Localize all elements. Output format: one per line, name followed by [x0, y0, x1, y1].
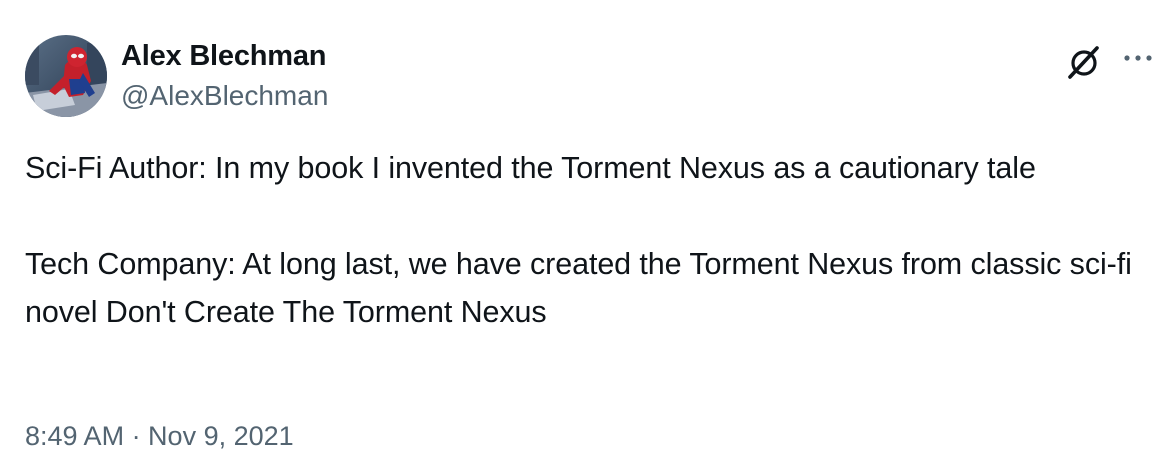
tweet-paragraph: Sci-Fi Author: In my book I invented the…	[25, 151, 1036, 185]
grok-icon[interactable]	[1064, 42, 1104, 82]
tweet-paragraph: Tech Company: At long last, we have crea…	[25, 247, 1132, 329]
avatar[interactable]	[25, 35, 107, 117]
tweet-card: Alex Blechman @AlexBlechman Sci-Fi Autho…	[0, 0, 1172, 460]
tweet-timestamp[interactable]: 8:49 AM · Nov 9, 2021	[25, 418, 294, 454]
tweet-text: Sci-Fi Author: In my book I invented the…	[25, 144, 1140, 336]
author-display-name[interactable]: Alex Blechman	[121, 36, 327, 76]
spiderman-avatar-icon	[25, 35, 107, 117]
more-options-icon[interactable]	[1118, 42, 1158, 82]
author-handle[interactable]: @AlexBlechman	[121, 77, 328, 115]
